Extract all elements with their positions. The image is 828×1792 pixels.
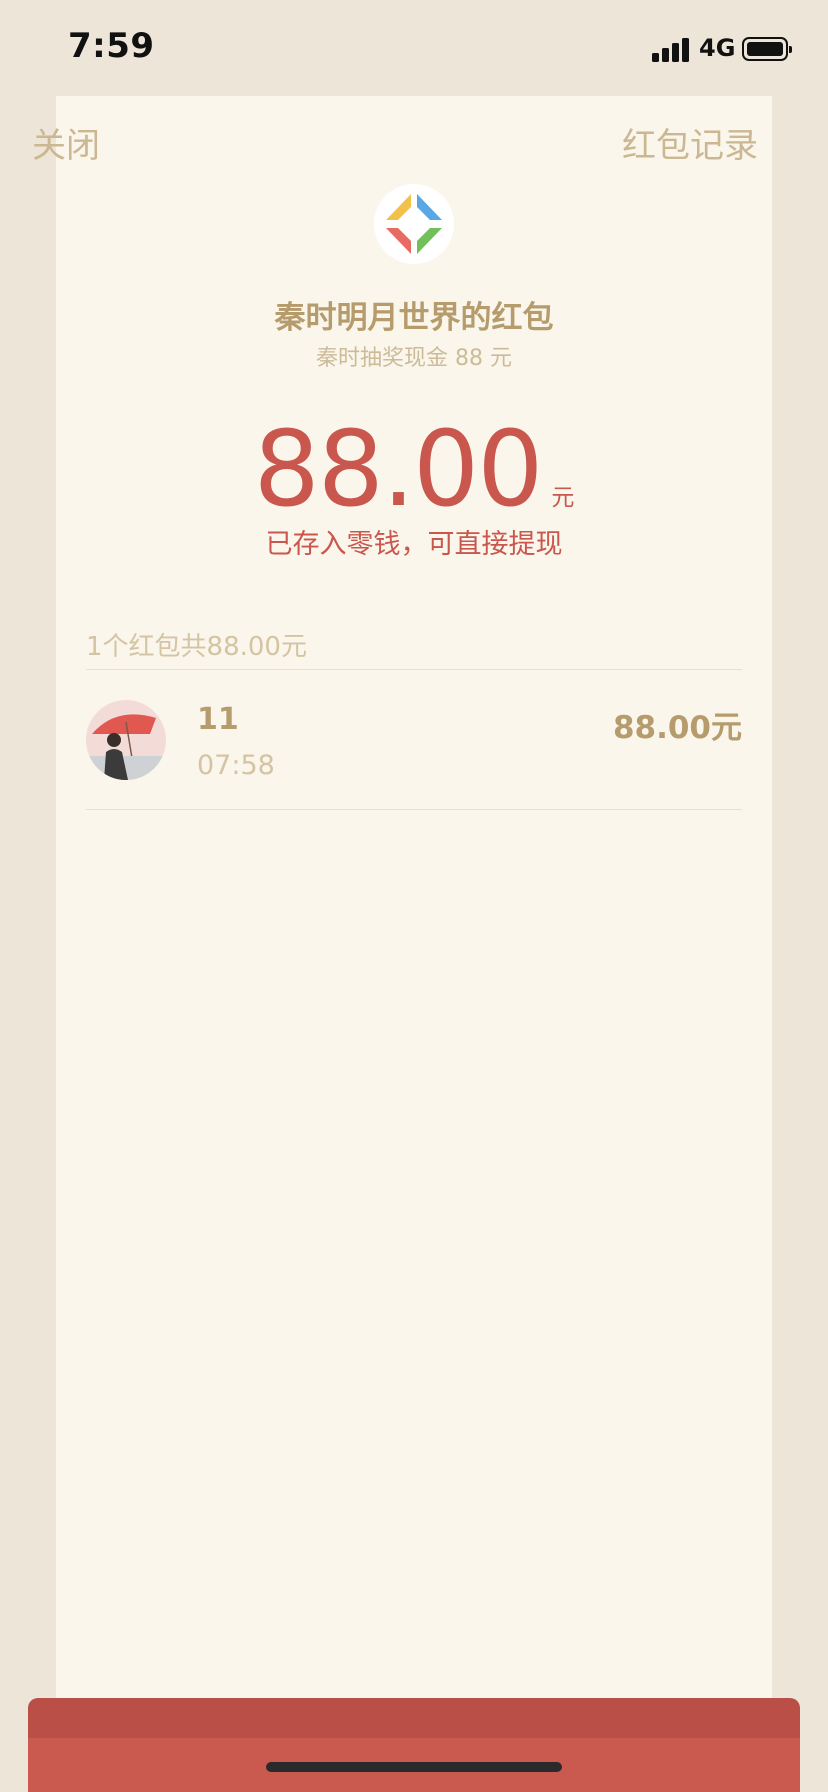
close-button[interactable]: 关闭	[32, 118, 100, 167]
record-time: 07:58	[197, 750, 275, 781]
status-time: 7:59	[68, 26, 155, 66]
divider	[86, 669, 742, 670]
user-avatar	[86, 700, 166, 780]
amount-display: 88.00 元	[0, 408, 828, 530]
signal-strength-icon	[652, 36, 692, 62]
divider	[86, 809, 742, 810]
sender-title: 秦时明月世界的红包	[274, 300, 554, 336]
sender-subtitle: 秦时抽奖现金 88 元	[316, 346, 512, 371]
home-indicator[interactable]	[266, 1762, 562, 1772]
status-bar: 7:59 4G	[0, 0, 828, 96]
battery-icon	[742, 37, 792, 61]
amount-value: 88.00	[253, 408, 544, 530]
amount-unit: 元	[551, 485, 575, 511]
red-packet-records-button[interactable]: 红包记录	[622, 118, 758, 167]
saved-to-wallet-link[interactable]: 已存入零钱，可直接提现	[0, 522, 828, 561]
network-type: 4G	[699, 34, 736, 62]
record-amount: 88.00元	[612, 710, 742, 746]
record-name: 11	[197, 702, 239, 737]
packet-summary: 1个红包共88.00元	[86, 632, 307, 662]
colorful-pinwheel-logo-icon	[374, 184, 454, 264]
